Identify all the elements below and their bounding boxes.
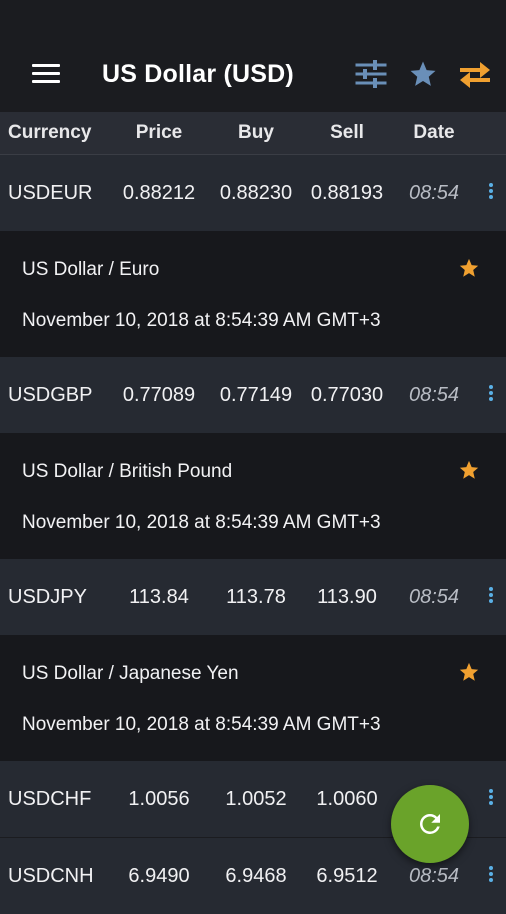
- currency-symbol: USDCNH: [8, 864, 94, 887]
- pair-name: US Dollar / Japanese Yen: [22, 663, 239, 684]
- rate-row[interactable]: USDJPY 113.84 113.78 113.90 08:54: [0, 559, 506, 635]
- price-value: 6.9490: [128, 864, 190, 887]
- sell-value: 113.90: [317, 585, 377, 608]
- refresh-icon: [420, 814, 440, 834]
- status-bar: [0, 0, 506, 36]
- currency-symbol: USDCHF: [8, 787, 92, 810]
- price-value: 113.84: [129, 585, 189, 608]
- app-bar: US Dollar (USD): [0, 36, 506, 112]
- time-value: 08:54: [408, 864, 460, 887]
- column-header-date[interactable]: Date: [399, 122, 469, 144]
- column-header-currency[interactable]: Currency: [0, 122, 101, 144]
- column-header-buy[interactable]: Buy: [217, 122, 295, 144]
- more-options-icon[interactable]: [486, 587, 496, 607]
- star-icon: [410, 61, 436, 86]
- favorites-button[interactable]: [406, 57, 440, 91]
- filter-button[interactable]: [354, 57, 388, 91]
- swap-currency-button[interactable]: [458, 57, 492, 91]
- more-options-icon[interactable]: [486, 789, 496, 809]
- buy-value: 1.0052: [225, 787, 287, 810]
- refresh-button[interactable]: [391, 785, 469, 863]
- update-timestamp: November 10, 2018 at 8:54:39 AM GMT+3: [22, 714, 381, 735]
- price-value: 1.0056: [128, 787, 190, 810]
- buy-value: 0.77149: [219, 383, 293, 406]
- update-timestamp: November 10, 2018 at 8:54:39 AM GMT+3: [22, 310, 381, 331]
- rate-detail-panel: US Dollar / British Pound November 10, 2…: [0, 433, 506, 559]
- favorite-star-icon[interactable]: [458, 661, 480, 683]
- pair-name: US Dollar / British Pound: [22, 461, 233, 482]
- buy-value: 0.88230: [219, 181, 293, 204]
- pair-name: US Dollar / Euro: [22, 259, 160, 280]
- more-options-icon[interactable]: [486, 183, 496, 203]
- column-header-price[interactable]: Price: [101, 122, 217, 144]
- sliders-icon: [355, 60, 387, 88]
- time-value: 08:54: [408, 383, 460, 406]
- time-value: 08:54: [408, 181, 460, 204]
- currency-symbol: USDEUR: [8, 181, 93, 204]
- column-header-row: Currency Price Buy Sell Date: [0, 112, 506, 155]
- time-value: 08:54: [408, 585, 460, 608]
- price-value: 0.88212: [122, 181, 196, 204]
- currency-symbol: USDGBP: [8, 383, 93, 406]
- hamburger-menu-icon[interactable]: [32, 64, 60, 84]
- column-header-sell[interactable]: Sell: [295, 122, 399, 144]
- app-bar-actions: [354, 36, 492, 112]
- sell-value: 6.9512: [316, 864, 378, 887]
- rate-detail-panel: US Dollar / Japanese Yen November 10, 20…: [0, 635, 506, 761]
- more-options-icon[interactable]: [486, 385, 496, 405]
- rate-row[interactable]: USDEUR 0.88212 0.88230 0.88193 08:54: [0, 155, 506, 231]
- sell-value: 1.0060: [316, 787, 378, 810]
- currency-symbol: USDJPY: [8, 585, 87, 608]
- sell-value: 0.77030: [310, 383, 384, 406]
- buy-value: 6.9468: [225, 864, 287, 887]
- price-value: 0.77089: [122, 383, 196, 406]
- more-options-icon[interactable]: [486, 866, 496, 886]
- sell-value: 0.88193: [310, 181, 384, 204]
- page-title: US Dollar (USD): [102, 59, 294, 88]
- favorite-star-icon[interactable]: [458, 459, 480, 481]
- buy-value: 113.78: [226, 585, 286, 608]
- update-timestamp: November 10, 2018 at 8:54:39 AM GMT+3: [22, 512, 381, 533]
- swap-arrows-icon: [460, 62, 490, 88]
- rate-row[interactable]: USDGBP 0.77089 0.77149 0.77030 08:54: [0, 357, 506, 433]
- rate-detail-panel: US Dollar / Euro November 10, 2018 at 8:…: [0, 231, 506, 357]
- favorite-star-icon[interactable]: [458, 257, 480, 279]
